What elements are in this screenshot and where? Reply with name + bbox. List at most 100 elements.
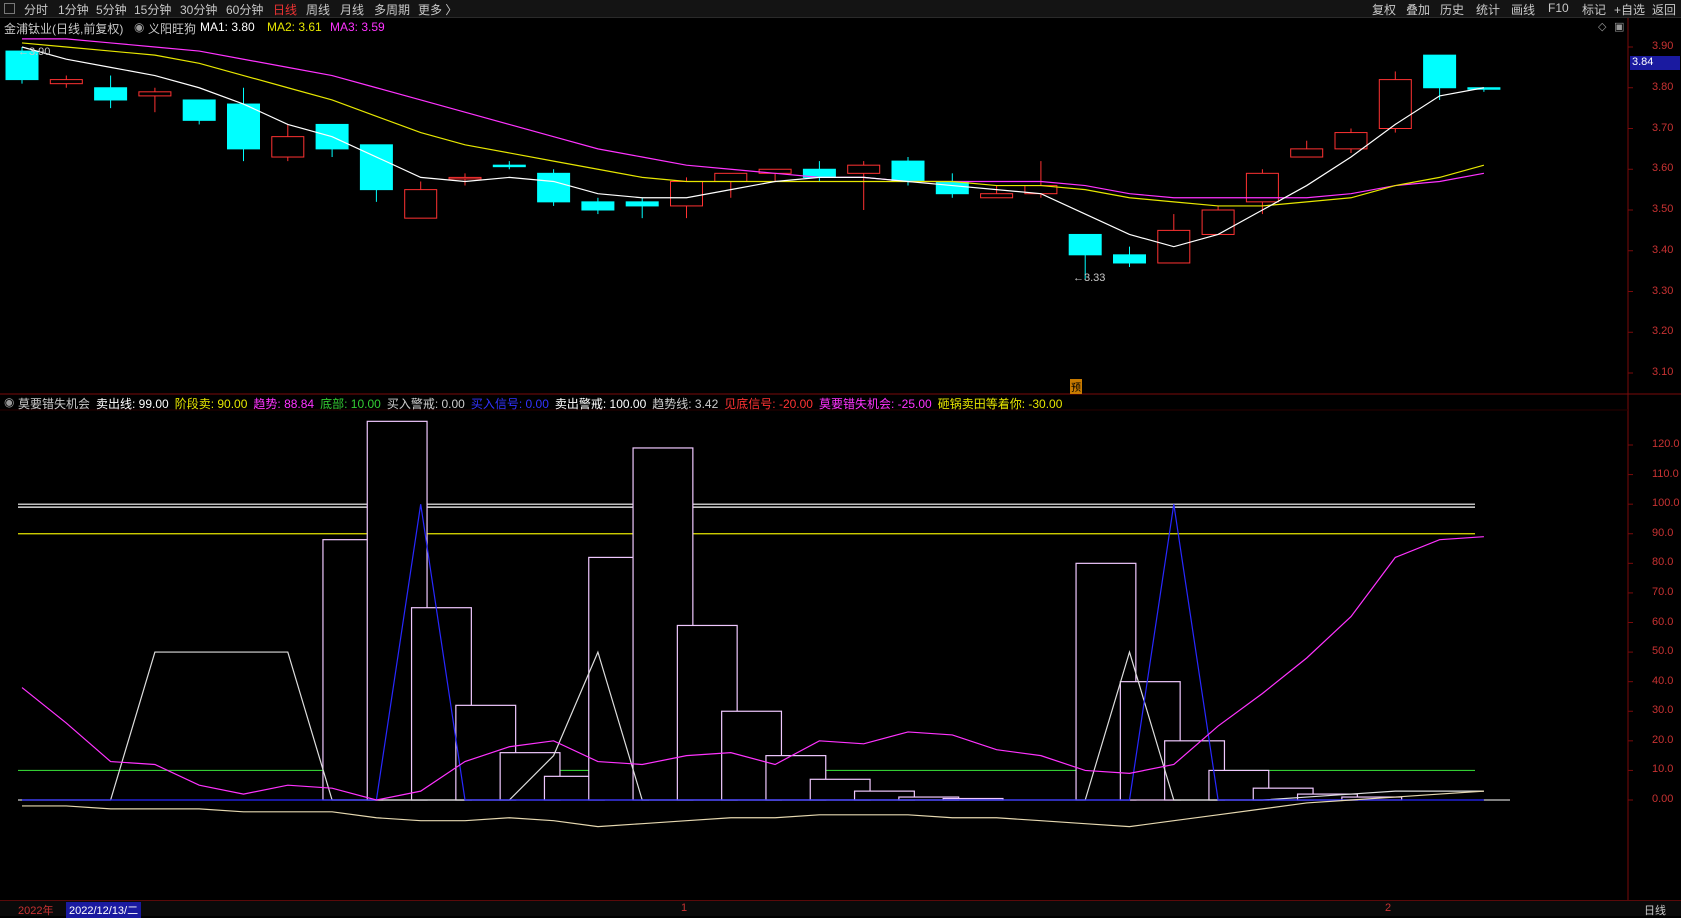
indicator-readouts: 卖出线: 99.00 阶段卖: 90.00 趋势: 88.84 底部: 10.00 买入…	[96, 395, 1068, 412]
indicator-tick-label: 0.00	[1652, 793, 1674, 805]
price-tick-label: 3.60	[1652, 162, 1674, 175]
period-tab-daily[interactable]: 日线	[273, 1, 297, 18]
candle-body-down	[581, 201, 615, 211]
indicator-tick-label: 20.0	[1652, 733, 1674, 746]
ma3-readout: MA3: 3.59	[330, 20, 385, 34]
draw-button[interactable]: 画线	[1511, 1, 1535, 18]
indicator-readout: 买入信号: 0.00	[470, 397, 549, 411]
f10-button[interactable]: F10	[1548, 1, 1569, 15]
candle-body-down	[1113, 254, 1146, 264]
candle-body-up	[1378, 79, 1412, 129]
current-price-tag: 3.84	[1630, 56, 1680, 70]
candle-body-down	[1423, 54, 1457, 89]
period-tab-multi[interactable]: 多周期	[374, 1, 410, 18]
price-tick-label: 3.20	[1652, 325, 1674, 338]
history-button[interactable]: 历史	[1440, 1, 1464, 18]
indicator-name[interactable]: 莫要错失机会	[18, 395, 90, 412]
price-tick-label: 3.90	[1652, 40, 1674, 52]
candle-body-up	[670, 180, 703, 207]
period-tab-monthly[interactable]: 月线	[340, 1, 364, 18]
candle-body-down	[935, 180, 969, 195]
period-tab-more[interactable]: 更多 〉	[418, 1, 457, 18]
year-label: 2022年	[18, 905, 54, 917]
candle-body-down	[625, 201, 659, 207]
high-price-value: 3.90	[29, 46, 51, 58]
panel-max-icon[interactable]: ▣	[1614, 20, 1624, 33]
cursor-date-label: 2022/12/13/二	[66, 902, 142, 918]
kline-chart-canvas[interactable]	[0, 18, 1681, 900]
price-tick-label: 3.80	[1652, 80, 1674, 93]
period-indicator[interactable]: 日线	[1644, 902, 1666, 918]
price-tick-label: 3.50	[1652, 203, 1674, 215]
indicator-readout: 卖出警戒: 100.00	[554, 397, 647, 411]
indicator-readout: 见底信号: -20.00	[724, 397, 813, 411]
candle-body-down	[182, 99, 216, 121]
indicator-tick-label: 30.0	[1652, 704, 1674, 717]
price-tick-label: 3.10	[1652, 366, 1674, 378]
candle-body-down	[492, 164, 526, 168]
period-tab-30min[interactable]: 30分钟	[180, 1, 217, 18]
period-tab-weekly[interactable]: 周线	[306, 1, 330, 18]
price-tick-label: 3.40	[1652, 243, 1674, 256]
period-tab-15min[interactable]: 15分钟	[134, 1, 171, 18]
period-tab-1min[interactable]: 1分钟	[58, 1, 89, 18]
settings-circle-icon[interactable]: ◉	[134, 20, 144, 34]
period-tab-intraday[interactable]: 分时	[24, 1, 48, 18]
ma2-readout: MA2: 3.61	[267, 20, 322, 34]
mark-button[interactable]: 标记	[1582, 1, 1606, 18]
time-axis-bar: 2022年 2022/12/13/二 1 2 日线	[0, 900, 1681, 918]
high-price-marker: ←3.90	[18, 46, 51, 58]
month-mark-1: 1	[681, 902, 688, 914]
month-mark-2: 2	[1385, 902, 1392, 914]
indicator-series	[18, 420, 1510, 828]
indicator-readout: 莫要错失机会: -25.00	[818, 397, 932, 411]
adjust-button[interactable]: 复权	[1372, 1, 1396, 18]
candle-body-up	[138, 91, 172, 97]
add-watchlist-button[interactable]: +自选	[1614, 1, 1645, 18]
candle-body-down	[227, 103, 260, 150]
period-tab-60min[interactable]: 60分钟	[226, 1, 263, 18]
indicator-tick-label: 100.0	[1652, 497, 1680, 510]
indicator-tick-label: 120.0	[1652, 438, 1680, 450]
forecast-badge: 预	[1070, 379, 1082, 394]
candle-body-up	[271, 136, 305, 158]
indicator-readout: 买入警戒: 0.00	[386, 397, 465, 411]
candle-body-up	[404, 189, 438, 219]
overlay-button[interactable]: 叠加	[1406, 1, 1430, 18]
stats-button[interactable]: 统计	[1476, 1, 1500, 18]
indicator-tick-label: 40.0	[1652, 674, 1674, 687]
low-price-value: 3.33	[1084, 272, 1106, 284]
period-toolbar: 分时 1分钟 5分钟 15分钟 30分钟 60分钟 日线 周线 月线 多周期 更…	[0, 0, 1681, 18]
indicator-collapse-icon[interactable]: ◉	[4, 395, 14, 409]
stock-title[interactable]: 金浦钛业(日线,前复权)	[4, 20, 123, 37]
indicator-readout: 卖出线: 99.00	[96, 397, 169, 411]
indicator-tick-label: 70.0	[1652, 585, 1674, 598]
candlestick-series	[5, 47, 1501, 280]
chart-frame	[0, 18, 1681, 900]
candle-body-up	[49, 79, 83, 85]
indicator-readout: 趋势: 88.84	[253, 397, 315, 411]
period-tab-5min[interactable]: 5分钟	[96, 1, 127, 18]
indicator-readout: 底部: 10.00	[320, 397, 381, 411]
strategy-label: 义阳旺狗	[148, 22, 197, 36]
candle-body-down	[891, 160, 925, 182]
candle-body-up	[448, 176, 482, 180]
indicator-tick-label: 110.0	[1652, 467, 1679, 480]
indicator-readout: 砸锅卖田等着你: -30.00	[937, 397, 1063, 411]
ma1-readout: MA1: 3.80	[200, 20, 255, 34]
candle-body-down	[1068, 233, 1102, 256]
price-tick-label: 3.70	[1652, 121, 1674, 134]
candle-body-up	[980, 193, 1014, 199]
candle-body-up	[1334, 132, 1368, 150]
candle-body-up	[714, 172, 748, 182]
candle-body-up	[1201, 209, 1235, 235]
indicator-tick-label: 50.0	[1652, 645, 1674, 658]
price-tick-label: 3.30	[1652, 284, 1674, 297]
panel-toggle-icon[interactable]	[4, 3, 15, 14]
indicator-readout: 趋势线: 3.42	[652, 397, 719, 411]
back-button[interactable]: 返回	[1652, 1, 1676, 18]
diamond-icon[interactable]: ◇	[1598, 20, 1606, 33]
candle-body-down	[94, 87, 128, 101]
candle-body-up	[1290, 148, 1324, 158]
indicator-tick-label: 10.0	[1652, 763, 1674, 776]
